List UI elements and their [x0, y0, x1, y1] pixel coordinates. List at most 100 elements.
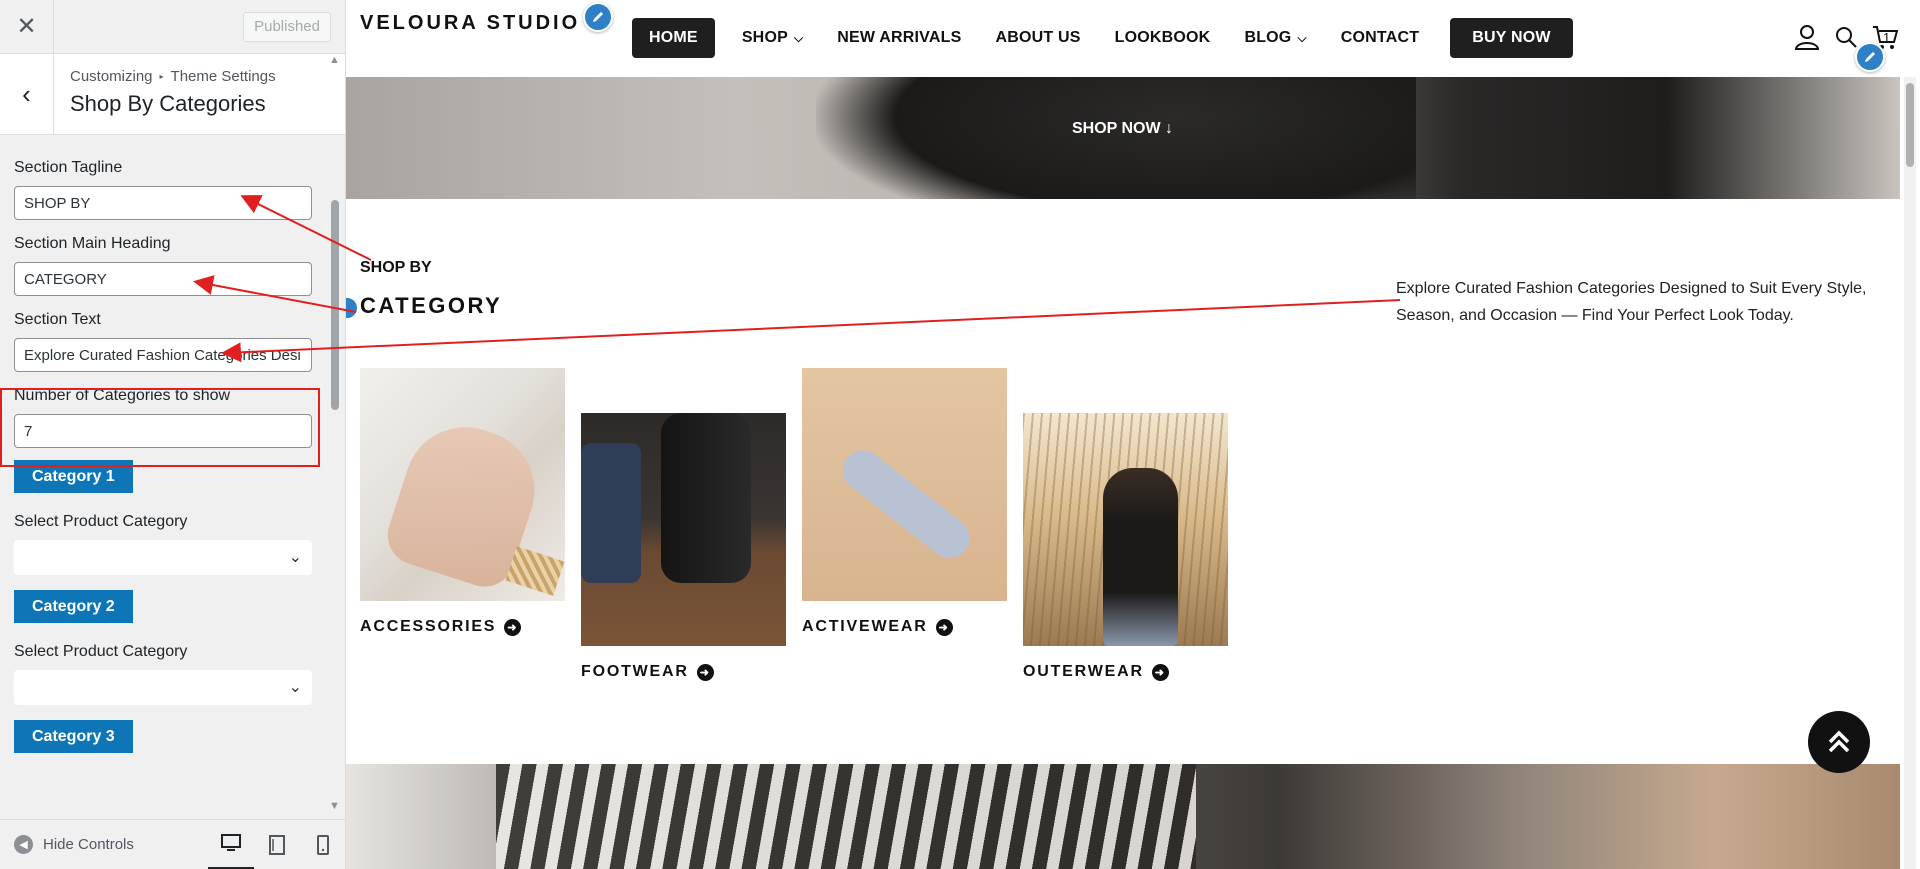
- section-text-label: Section Text: [14, 311, 101, 328]
- mobile-preview-button[interactable]: [300, 820, 345, 869]
- site-logo[interactable]: VELOURA STUDIO: [360, 12, 580, 35]
- scroll-down-icon[interactable]: ▼: [329, 800, 340, 812]
- category-label: ACCESSORIES: [360, 618, 497, 635]
- cart-count: 1: [1883, 30, 1891, 45]
- collapse-icon: ◀: [14, 835, 33, 854]
- chevron-down-icon: ⌵: [793, 30, 804, 45]
- tablet-preview-button[interactable]: [254, 820, 300, 869]
- customizer-sidebar: ✕ Published ‹ Customizing ▸ Theme Settin…: [0, 0, 346, 869]
- heading-input[interactable]: CATEGORY: [14, 262, 312, 296]
- category-2-button[interactable]: Category 2: [14, 590, 133, 623]
- next-section-banner: [346, 764, 1900, 869]
- breadcrumb-separator-icon: ▸: [159, 72, 164, 81]
- tagline-input[interactable]: SHOP BY: [14, 186, 312, 220]
- menu-item-home[interactable]: HOME: [632, 18, 715, 58]
- double-chevron-up-icon: [1828, 730, 1850, 753]
- category-image[interactable]: [581, 413, 786, 646]
- site-header: VELOURA STUDIO HOME SHOP ⌵ NEW ARRIVALS A…: [346, 0, 1920, 77]
- hide-controls-label: Hide Controls: [43, 836, 134, 853]
- site-preview: VELOURA STUDIO HOME SHOP ⌵ NEW ARRIVALS A…: [346, 0, 1920, 869]
- category-image[interactable]: [802, 368, 1007, 601]
- category-card-outerwear[interactable]: OUTERWEAR ➜: [1023, 413, 1228, 681]
- preview-scrollbar[interactable]: [1904, 77, 1916, 869]
- chevron-down-icon: ⌵: [1297, 30, 1307, 45]
- category-1-select[interactable]: ⌄: [14, 540, 312, 575]
- chevron-down-icon: ⌄: [288, 679, 302, 696]
- chevron-down-icon: ⌄: [288, 549, 302, 566]
- menu-item-blog[interactable]: BLOG ⌵: [1227, 18, 1323, 58]
- breadcrumb: Customizing ▸ Theme Settings: [70, 68, 276, 85]
- section-heading: CATEGORY: [360, 293, 503, 318]
- hide-controls-button[interactable]: ◀ Hide Controls: [14, 835, 134, 854]
- category-link[interactable]: OUTERWEAR ➜: [1023, 663, 1228, 681]
- category-link[interactable]: ACCESSORIES ➜: [360, 618, 565, 636]
- section-header: ‹ Customizing ▸ Theme Settings Shop By C…: [0, 54, 345, 135]
- back-arrow-icon[interactable]: ‹: [0, 54, 54, 134]
- select-category-label: Select Product Category: [14, 513, 188, 530]
- category-label: ACTIVEWEAR: [802, 618, 928, 635]
- category-image[interactable]: [1023, 413, 1228, 646]
- tagline-label: Section Tagline: [14, 159, 123, 176]
- heading-label: Section Main Heading: [14, 235, 171, 252]
- menu-label: ABOUT US: [995, 29, 1081, 46]
- sidebar-footer: ◀ Hide Controls: [0, 819, 345, 869]
- menu-item-new-arrivals[interactable]: NEW ARRIVALS: [820, 18, 978, 58]
- section-tagline: SHOP BY: [360, 259, 432, 276]
- category-card-activewear[interactable]: ACTIVEWEAR ➜: [802, 368, 1007, 636]
- category-link[interactable]: ACTIVEWEAR ➜: [802, 618, 1007, 636]
- arrow-right-icon: ➜: [1151, 663, 1169, 681]
- arrow-right-icon: ➜: [935, 618, 953, 636]
- menu-item-about[interactable]: ABOUT US: [978, 18, 1097, 58]
- breadcrumb-item: Customizing: [70, 68, 153, 85]
- edit-pencil-icon[interactable]: [583, 2, 613, 32]
- menu-label: HOME: [649, 29, 698, 46]
- section-text: Explore Curated Fashion Categories Desig…: [1396, 280, 1867, 324]
- sidebar-scrollbar[interactable]: ▲ ▼: [328, 54, 340, 816]
- search-icon[interactable]: [1834, 25, 1858, 49]
- shop-by-category-section: SHOP BY CATEGORY Explore Curated Fashion…: [346, 199, 1900, 764]
- shop-now-button[interactable]: SHOP NOW ↓: [1072, 120, 1173, 138]
- device-switcher: [208, 820, 345, 869]
- category-link[interactable]: FOOTWEAR ➜: [581, 663, 786, 681]
- menu-item-shop[interactable]: SHOP ⌵: [725, 18, 820, 58]
- category-image[interactable]: [360, 368, 565, 601]
- back-to-top-button[interactable]: [1808, 711, 1870, 773]
- category-label: FOOTWEAR: [581, 663, 689, 680]
- arrow-right-icon: ➜: [504, 618, 522, 636]
- hero-image: [816, 77, 1416, 199]
- select-category-label: Select Product Category: [14, 643, 188, 660]
- menu-item-lookbook[interactable]: LOOKBOOK: [1098, 18, 1228, 58]
- menu-label: BLOG: [1244, 29, 1292, 46]
- hero-banner: SHOP NOW ↓: [346, 77, 1900, 199]
- mobile-icon: [317, 834, 329, 855]
- tablet-icon: [269, 834, 285, 855]
- edit-pencil-icon[interactable]: [1855, 42, 1885, 72]
- menu-label: NEW ARRIVALS: [837, 29, 962, 46]
- arrow-right-icon: ➜: [696, 663, 714, 681]
- banner-image: [496, 764, 1196, 869]
- desktop-preview-button[interactable]: [208, 820, 254, 869]
- close-icon[interactable]: ✕: [0, 0, 54, 54]
- scroll-thumb[interactable]: [1906, 83, 1914, 167]
- breadcrumb-item: Theme Settings: [170, 68, 276, 85]
- menu-item-contact[interactable]: CONTACT: [1324, 18, 1436, 58]
- category-3-button[interactable]: Category 3: [14, 720, 133, 753]
- edit-marker-icon[interactable]: [346, 296, 359, 320]
- panel-title: Shop By Categories: [70, 91, 266, 116]
- published-button[interactable]: Published: [243, 11, 331, 42]
- buy-now-button[interactable]: BUY NOW: [1450, 18, 1573, 58]
- category-label: OUTERWEAR: [1023, 663, 1144, 680]
- menu-label: CONTACT: [1340, 29, 1420, 46]
- sidebar-topbar: ✕ Published: [0, 0, 345, 54]
- category-card-accessories[interactable]: ACCESSORIES ➜: [360, 368, 565, 636]
- user-icon[interactable]: [1794, 24, 1820, 50]
- section-text-input[interactable]: Explore Curated Fashion Categories Desi: [14, 338, 312, 372]
- desktop-icon: [221, 834, 241, 851]
- main-menu: HOME SHOP ⌵ NEW ARRIVALS ABOUT US LOOKBOO…: [632, 18, 1573, 58]
- category-2-select[interactable]: ⌄: [14, 670, 312, 705]
- menu-label: LOOKBOOK: [1114, 29, 1211, 46]
- menu-label: SHOP: [741, 29, 788, 46]
- scroll-up-icon[interactable]: ▲: [329, 54, 340, 66]
- scroll-thumb[interactable]: [331, 200, 339, 410]
- category-card-footwear[interactable]: FOOTWEAR ➜: [581, 413, 786, 681]
